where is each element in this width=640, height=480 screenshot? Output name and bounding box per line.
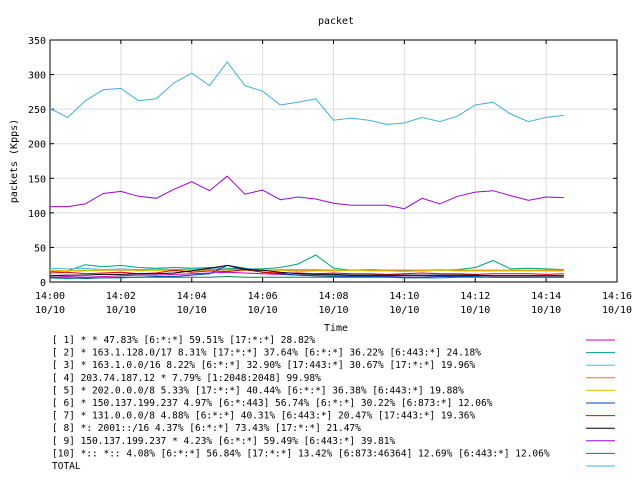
x-tick-time: 14:08 (318, 291, 348, 302)
y-axis-label: packets (Kpps) (9, 119, 20, 203)
y-tick-label: 200 (28, 140, 46, 151)
x-tick-date: 10/10 (602, 305, 632, 316)
x-tick-date: 10/10 (177, 305, 207, 316)
legend-label-5: [ 5] * 202.0.0.0/8 5.33% [17:*:*] 40.44%… (52, 385, 464, 396)
x-tick-date: 10/10 (248, 305, 278, 316)
x-axis-label: Time (324, 323, 348, 334)
series-line-9 (50, 175, 564, 210)
x-tick-time: 14:10 (389, 291, 419, 302)
y-tick-label: 300 (28, 71, 46, 82)
x-tick-time: 14:02 (106, 291, 136, 302)
legend-label-1: [ 1] * * 47.83% [6:*:*] 59.51% [17:*:*] … (52, 335, 315, 346)
x-tick-date: 10/10 (35, 305, 65, 316)
series-line-6 (49, 264, 564, 280)
y-tick-label: 250 (28, 105, 46, 116)
series-line-11 (49, 61, 564, 125)
x-tick-date: 10/10 (389, 305, 419, 316)
legend-label-11: TOTAL (52, 461, 81, 472)
legend: [ 1] * * 47.83% [6:*:*] 59.51% [17:*:*] … (52, 335, 615, 472)
legend-label-10: [10] *:: *:: 4.08% [6:*:*] 56.84% [17:*:… (52, 448, 550, 459)
grid-lines (50, 40, 617, 282)
chart-title: packet (318, 16, 354, 27)
x-tick-time: 14:16 (602, 291, 632, 302)
legend-label-4: [ 4] 203.74.187.12 * 7.79% [1:2048:2048]… (52, 373, 321, 384)
x-tick-date: 10/10 (318, 305, 348, 316)
y-tick-label: 0 (40, 278, 46, 289)
legend-label-6: [ 6] * 150.137.199.237 4.97% [6:*:443] 5… (52, 398, 493, 409)
x-tick-time: 14:04 (177, 291, 207, 302)
x-tick-date: 10/10 (460, 305, 490, 316)
packet-chart: packet packets (Kpps) Time 0 50 100 150 200 2… (9, 16, 632, 472)
legend-label-3: [ 3] * 163.1.0.0/16 8.22% [6:*:*] 32.90%… (52, 360, 476, 371)
y-tick-label: 150 (28, 174, 46, 185)
legend-label-9: [ 9] 150.137.199.237 * 4.23% [6:*:*] 59.… (52, 436, 395, 447)
x-tick-time: 14:06 (248, 291, 278, 302)
x-tick-time: 14:00 (35, 291, 65, 302)
x-tick-time: 14:12 (460, 291, 490, 302)
x-tick-time: 14:14 (531, 291, 561, 302)
series-layer (49, 61, 564, 280)
legend-label-8: [ 8] *: 2001::/16 4.37% [6:*:*] 73.43% [… (52, 423, 361, 434)
x-tick-date: 10/10 (531, 305, 561, 316)
y-tick-label: 50 (34, 243, 46, 254)
legend-label-2: [ 2] * 163.1.128.0/17 8.31% [17:*:*] 37.… (52, 348, 481, 359)
y-tick-label: 100 (28, 209, 46, 220)
legend-label-7: [ 7] * 131.0.0.0/8 4.88% [6:*:*] 40.31% … (52, 411, 476, 422)
y-tick-label: 350 (28, 36, 46, 47)
x-tick-date: 10/10 (106, 305, 136, 316)
